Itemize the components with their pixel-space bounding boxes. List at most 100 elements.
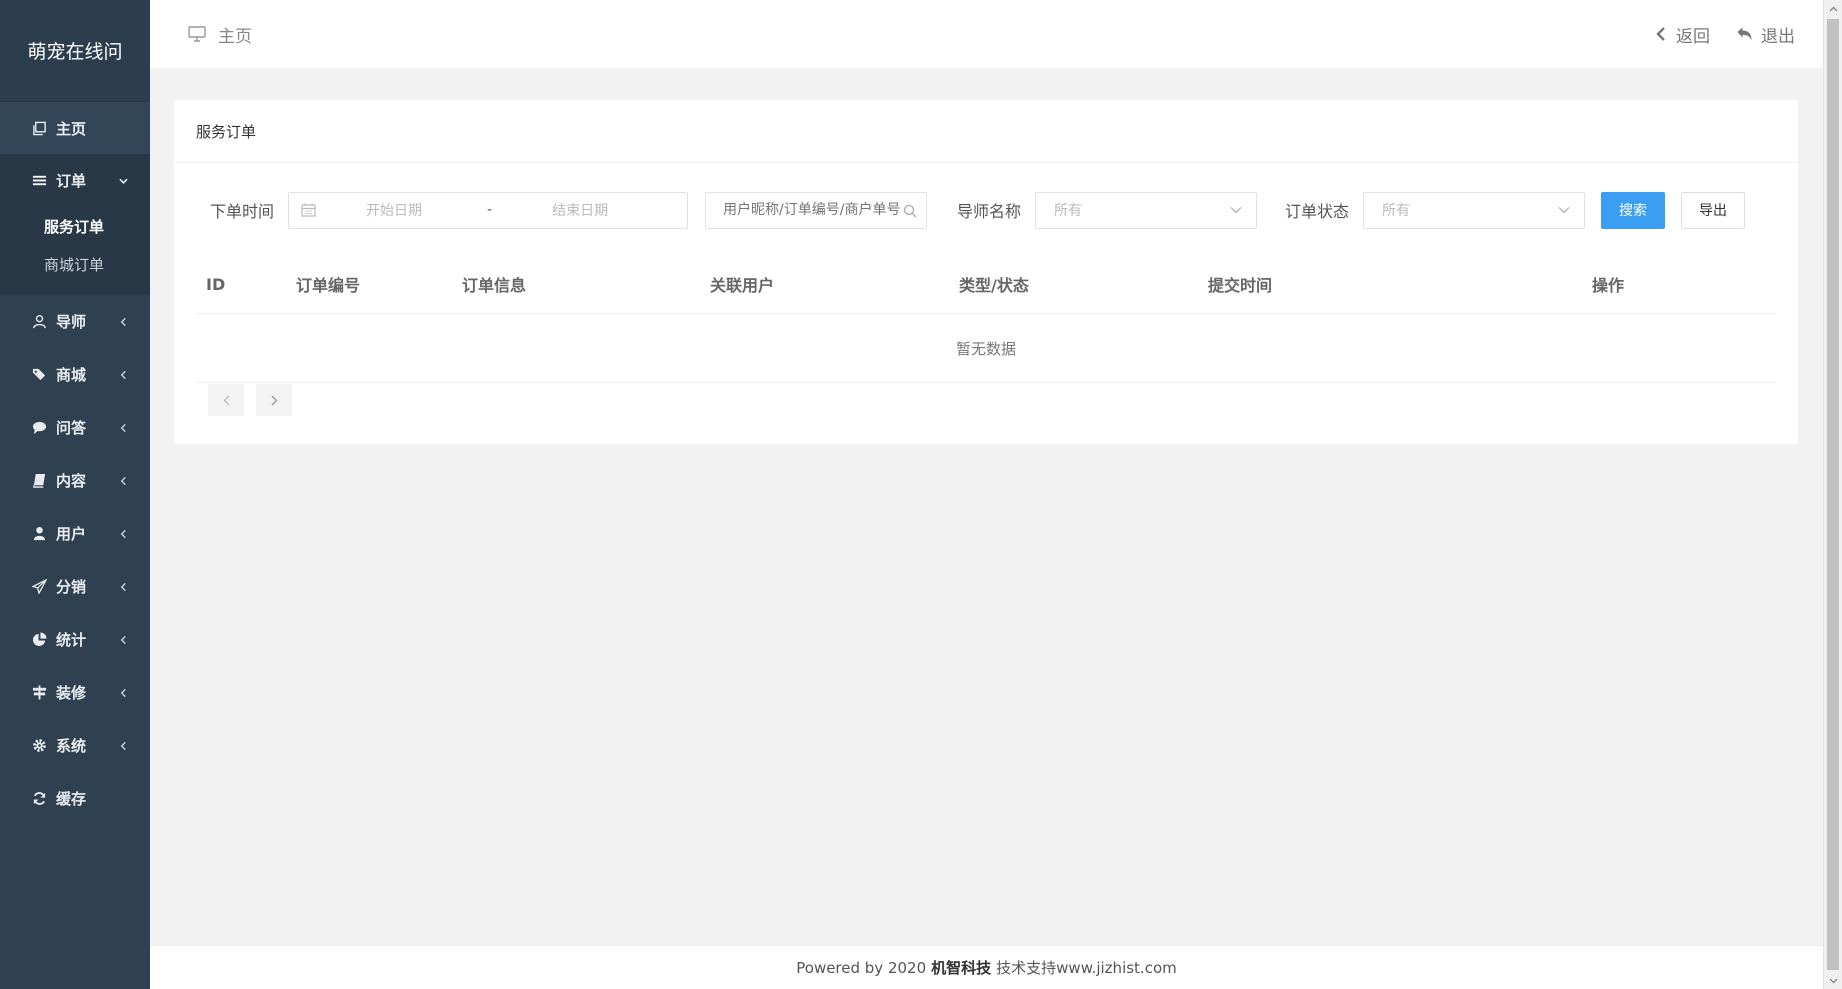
logout-button[interactable]: 退出 — [1736, 22, 1795, 47]
keyword-search — [688, 191, 928, 229]
copy-icon — [28, 121, 50, 136]
chevron-left-icon — [120, 582, 126, 591]
refresh-icon — [28, 791, 50, 806]
column-header-actions: 操作 — [1592, 276, 1625, 295]
tags-icon — [28, 367, 50, 382]
chevron-down-icon — [119, 178, 128, 184]
chevron-down-icon — [1558, 207, 1570, 214]
book-icon — [28, 473, 50, 488]
sidebar-item-qa[interactable]: 问答 — [0, 401, 150, 454]
sidebar-item-mall[interactable]: 商城 — [0, 348, 150, 401]
start-date-placeholder[interactable]: 开始日期 — [366, 200, 422, 220]
search-button[interactable]: 搜索 — [1601, 191, 1666, 229]
sidebar-subitem-service-order[interactable]: 服务订单 — [0, 207, 150, 245]
chevron-down-icon — [1230, 207, 1242, 214]
sidebar-item-mentor[interactable]: 导师 — [0, 295, 150, 348]
scroll-up-button[interactable] — [1824, 0, 1842, 17]
monitor-icon — [188, 26, 206, 42]
sidebar-item-system[interactable]: 系统 — [0, 719, 150, 772]
mentor-select-value: 所有 — [1054, 203, 1083, 219]
footer-prefix: Powered by 2020 — [796, 958, 927, 977]
sidebar-item-order[interactable]: 订单 — [0, 154, 150, 207]
sign-icon — [28, 685, 50, 700]
back-button[interactable]: 返回 — [1654, 22, 1710, 47]
sidebar-item-cache[interactable]: 缓存 — [0, 772, 150, 825]
date-range-picker[interactable]: 开始日期 - 结束日期 — [288, 191, 689, 229]
search-icon — [903, 204, 917, 217]
next-page-button[interactable] — [256, 384, 292, 416]
order-table: ID 订单编号 订单信息 关联用户 类型/状态 提交时间 操作 暂无数据 — [196, 255, 1776, 383]
sidebar-item-label: 分销 — [56, 578, 87, 596]
sidebar-item-statistics[interactable]: 统计 — [0, 613, 150, 666]
page-scrollbar[interactable] — [1823, 0, 1842, 989]
mentor-select[interactable]: 所有 — [1035, 191, 1258, 229]
table-empty-state: 暂无数据 — [196, 314, 1776, 383]
footer: Powered by 2020 机智科技 技术支持www.jizhist.com — [150, 945, 1823, 989]
comment-icon — [28, 420, 50, 435]
column-header-order-no: 订单编号 — [296, 276, 361, 295]
reply-icon — [1737, 27, 1752, 40]
chevron-left-icon — [120, 476, 126, 485]
top-actions: 返回 退出 — [1654, 22, 1795, 47]
sidebar-group-order: 订单 服务订单 商城订单 — [0, 154, 150, 295]
sidebar-item-label: 缓存 — [56, 790, 87, 808]
user-icon — [28, 314, 50, 329]
top-bar: 主页 返回 退出 — [150, 0, 1823, 68]
sidebar-item-home[interactable]: 主页 — [0, 102, 150, 154]
prev-page-button[interactable] — [208, 384, 244, 416]
breadcrumb-home: 主页 — [218, 26, 252, 47]
end-date-placeholder[interactable]: 结束日期 — [552, 200, 608, 220]
mentor-name-label: 导师名称 — [957, 202, 1022, 221]
chevron-left-icon — [1656, 27, 1665, 41]
column-header-id: ID — [206, 274, 226, 294]
chevron-left-icon — [120, 741, 126, 750]
table-header: ID 订单编号 订单信息 关联用户 类型/状态 提交时间 操作 — [196, 255, 1776, 314]
footer-suffix: 技术支持www.jizhist.com — [996, 959, 1177, 977]
gear-icon — [28, 738, 50, 753]
chevron-left-icon — [120, 370, 126, 379]
sidebar-item-label: 订单 — [56, 172, 87, 190]
column-header-type-status: 类型/状态 — [959, 276, 1029, 295]
pie-chart-icon — [28, 632, 50, 647]
export-button[interactable]: 导出 — [1681, 191, 1746, 229]
logout-label: 退出 — [1761, 26, 1795, 47]
footer-company: 机智科技 — [931, 959, 992, 977]
order-status-select[interactable]: 所有 — [1363, 191, 1586, 229]
chevron-left-icon — [120, 529, 126, 538]
pagination — [208, 384, 292, 416]
sidebar-item-label: 主页 — [56, 119, 87, 138]
sidebar-item-label: 统计 — [56, 631, 87, 649]
person-icon — [28, 526, 50, 541]
card-title: 服务订单 — [174, 100, 1798, 163]
sidebar-item-distribution[interactable]: 分销 — [0, 560, 150, 613]
back-label: 返回 — [1676, 26, 1710, 47]
breadcrumb[interactable]: 主页 — [188, 22, 252, 47]
scroll-down-button[interactable] — [1824, 972, 1842, 989]
order-time-label: 下单时间 — [210, 202, 275, 221]
paper-plane-icon — [28, 579, 50, 594]
brand-title: 萌宠在线问 — [0, 0, 150, 102]
service-order-card: 服务订单 下单时间 开始日期 - 结束日期 导师名称 所有 订单状态 所有 搜索… — [174, 100, 1798, 444]
sidebar-item-label: 用户 — [56, 525, 87, 543]
keyword-input[interactable] — [705, 191, 928, 229]
sidebar: 萌宠在线问 主页 订单 服务订单 商城订单 导师 商城 问答 内容 用户 分销 … — [0, 0, 150, 989]
caret-up-icon — [1829, 6, 1837, 11]
sidebar-item-content[interactable]: 内容 — [0, 454, 150, 507]
sidebar-item-label: 内容 — [56, 472, 87, 490]
date-separator: - — [487, 202, 493, 218]
filter-bar: 下单时间 开始日期 - 结束日期 导师名称 所有 订单状态 所有 搜索 导出 — [210, 191, 1762, 229]
column-header-order-info: 订单信息 — [462, 276, 527, 295]
sidebar-item-user[interactable]: 用户 — [0, 507, 150, 560]
chevron-left-icon — [120, 635, 126, 644]
column-header-related-user: 关联用户 — [710, 276, 775, 295]
sidebar-item-label: 系统 — [56, 737, 87, 755]
chevron-left-icon — [120, 423, 126, 432]
caret-down-icon — [1829, 978, 1837, 983]
order-status-label: 订单状态 — [1285, 202, 1350, 221]
sidebar-subitem-mall-order[interactable]: 商城订单 — [0, 245, 150, 283]
chevron-left-icon — [223, 395, 229, 405]
sidebar-item-decoration[interactable]: 装修 — [0, 666, 150, 719]
chevron-left-icon — [120, 688, 126, 697]
sidebar-item-label: 商城 — [56, 366, 87, 384]
scroll-thumb[interactable] — [1827, 19, 1839, 970]
